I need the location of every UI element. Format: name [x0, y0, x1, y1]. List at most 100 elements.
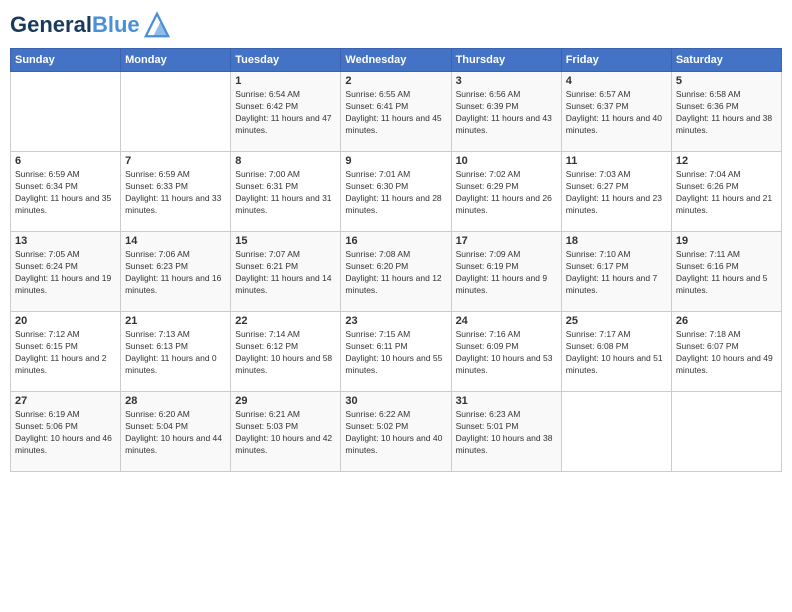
day-cell: 22 Sunrise: 7:14 AM Sunset: 6:12 PM Dayli… — [231, 312, 341, 392]
day-number: 20 — [15, 315, 116, 327]
main-container: GeneralBlue SundayMondayTuesdayWednesday… — [0, 0, 792, 477]
day-header-friday: Friday — [561, 49, 671, 72]
day-header-saturday: Saturday — [671, 49, 781, 72]
day-info: Sunrise: 7:15 AM Sunset: 6:11 PM Dayligh… — [345, 329, 446, 377]
day-header-monday: Monday — [121, 49, 231, 72]
day-number: 21 — [125, 315, 226, 327]
week-row-4: 20 Sunrise: 7:12 AM Sunset: 6:15 PM Dayli… — [11, 312, 782, 392]
day-number: 5 — [676, 75, 777, 87]
day-info: Sunrise: 6:59 AM Sunset: 6:34 PM Dayligh… — [15, 169, 116, 217]
day-info: Sunrise: 6:58 AM Sunset: 6:36 PM Dayligh… — [676, 89, 777, 137]
day-cell: 12Sunrise: 7:04 AM Sunset: 6:26 PM Dayli… — [671, 152, 781, 232]
header: GeneralBlue — [10, 10, 782, 40]
logo: GeneralBlue — [10, 10, 172, 40]
day-info: Sunrise: 6:55 AM Sunset: 6:41 PM Dayligh… — [345, 89, 446, 137]
day-cell: 9 Sunrise: 7:01 AM Sunset: 6:30 PM Daylig… — [341, 152, 451, 232]
week-row-5: 27 Sunrise: 6:19 AM Sunset: 5:06 PM Dayli… — [11, 392, 782, 472]
day-header-thursday: Thursday — [451, 49, 561, 72]
day-info: Sunrise: 7:02 AM Sunset: 6:29 PM Dayligh… — [456, 169, 557, 217]
day-number: 30 — [345, 395, 446, 407]
day-cell: 27 Sunrise: 6:19 AM Sunset: 5:06 PM Dayli… — [11, 392, 121, 472]
day-info: Sunrise: 7:18 AM Sunset: 6:07 PM Dayligh… — [676, 329, 777, 377]
day-number: 13 — [15, 235, 116, 247]
day-cell: 25 Sunrise: 7:17 AM Sunset: 6:08 PM Dayli… — [561, 312, 671, 392]
day-number: 19 — [676, 235, 777, 247]
day-cell: 14 Sunrise: 7:06 AM Sunset: 6:23 PM Dayli… — [121, 232, 231, 312]
day-cell: 3 Sunrise: 6:56 AM Sunset: 6:39 PM Daylig… — [451, 72, 561, 152]
day-number: 16 — [345, 235, 446, 247]
day-info: Sunrise: 6:54 AM Sunset: 6:42 PM Dayligh… — [235, 89, 336, 137]
day-cell: 2 Sunrise: 6:55 AM Sunset: 6:41 PM Daylig… — [341, 72, 451, 152]
day-cell: 17 Sunrise: 7:09 AM Sunset: 6:19 PM Dayli… — [451, 232, 561, 312]
day-header-wednesday: Wednesday — [341, 49, 451, 72]
logo-icon — [142, 10, 172, 40]
day-info: Sunrise: 7:12 AM Sunset: 6:15 PM Dayligh… — [15, 329, 116, 377]
day-info: Sunrise: 6:23 AM Sunset: 5:01 PM Dayligh… — [456, 409, 557, 457]
day-number: 8 — [235, 155, 336, 167]
day-cell: 8Sunrise: 7:00 AM Sunset: 6:31 PM Daylig… — [231, 152, 341, 232]
day-cell: 15 Sunrise: 7:07 AM Sunset: 6:21 PM Dayli… — [231, 232, 341, 312]
day-cell: 16 Sunrise: 7:08 AM Sunset: 6:20 PM Dayli… — [341, 232, 451, 312]
day-info: Sunrise: 7:04 AM Sunset: 6:26 PM Dayligh… — [676, 169, 777, 217]
day-header-sunday: Sunday — [11, 49, 121, 72]
day-number: 18 — [566, 235, 667, 247]
logo-text: GeneralBlue — [10, 13, 140, 37]
day-cell: 29Sunrise: 6:21 AM Sunset: 5:03 PM Dayli… — [231, 392, 341, 472]
day-number: 4 — [566, 75, 667, 87]
day-cell: 31 Sunrise: 6:23 AM Sunset: 5:01 PM Dayli… — [451, 392, 561, 472]
day-cell: 23 Sunrise: 7:15 AM Sunset: 6:11 PM Dayli… — [341, 312, 451, 392]
day-info: Sunrise: 6:57 AM Sunset: 6:37 PM Dayligh… — [566, 89, 667, 137]
day-info: Sunrise: 7:01 AM Sunset: 6:30 PM Dayligh… — [345, 169, 446, 217]
day-number: 2 — [345, 75, 446, 87]
day-info: Sunrise: 7:16 AM Sunset: 6:09 PM Dayligh… — [456, 329, 557, 377]
day-cell: 5 Sunrise: 6:58 AM Sunset: 6:36 PM Daylig… — [671, 72, 781, 152]
day-info: Sunrise: 6:20 AM Sunset: 5:04 PM Dayligh… — [125, 409, 226, 457]
day-number: 6 — [15, 155, 116, 167]
day-info: Sunrise: 7:09 AM Sunset: 6:19 PM Dayligh… — [456, 249, 557, 297]
day-info: Sunrise: 6:21 AM Sunset: 5:03 PM Dayligh… — [235, 409, 336, 457]
day-number: 15 — [235, 235, 336, 247]
day-cell: 7 Sunrise: 6:59 AM Sunset: 6:33 PM Daylig… — [121, 152, 231, 232]
day-info: Sunrise: 7:17 AM Sunset: 6:08 PM Dayligh… — [566, 329, 667, 377]
week-row-1: 1 Sunrise: 6:54 AM Sunset: 6:42 PM Daylig… — [11, 72, 782, 152]
day-info: Sunrise: 7:06 AM Sunset: 6:23 PM Dayligh… — [125, 249, 226, 297]
day-number: 10 — [456, 155, 557, 167]
day-cell: 21 Sunrise: 7:13 AM Sunset: 6:13 PM Dayli… — [121, 312, 231, 392]
header-row: SundayMondayTuesdayWednesdayThursdayFrid… — [11, 49, 782, 72]
week-row-3: 13 Sunrise: 7:05 AM Sunset: 6:24 PM Dayli… — [11, 232, 782, 312]
day-info: Sunrise: 6:19 AM Sunset: 5:06 PM Dayligh… — [15, 409, 116, 457]
day-info: Sunrise: 6:59 AM Sunset: 6:33 PM Dayligh… — [125, 169, 226, 217]
day-cell: 20 Sunrise: 7:12 AM Sunset: 6:15 PM Dayli… — [11, 312, 121, 392]
day-number: 24 — [456, 315, 557, 327]
day-info: Sunrise: 6:22 AM Sunset: 5:02 PM Dayligh… — [345, 409, 446, 457]
day-info: Sunrise: 7:07 AM Sunset: 6:21 PM Dayligh… — [235, 249, 336, 297]
day-number: 7 — [125, 155, 226, 167]
day-number: 11 — [566, 155, 667, 167]
day-cell: 11Sunrise: 7:03 AM Sunset: 6:27 PM Dayli… — [561, 152, 671, 232]
day-info: Sunrise: 7:10 AM Sunset: 6:17 PM Dayligh… — [566, 249, 667, 297]
calendar-table: SundayMondayTuesdayWednesdayThursdayFrid… — [10, 48, 782, 472]
day-number: 23 — [345, 315, 446, 327]
day-cell — [121, 72, 231, 152]
day-cell: 13 Sunrise: 7:05 AM Sunset: 6:24 PM Dayli… — [11, 232, 121, 312]
day-cell — [11, 72, 121, 152]
day-cell: 6 Sunrise: 6:59 AM Sunset: 6:34 PM Daylig… — [11, 152, 121, 232]
day-cell — [561, 392, 671, 472]
day-number: 14 — [125, 235, 226, 247]
day-number: 25 — [566, 315, 667, 327]
day-cell: 10 Sunrise: 7:02 AM Sunset: 6:29 PM Dayli… — [451, 152, 561, 232]
day-info: Sunrise: 7:05 AM Sunset: 6:24 PM Dayligh… — [15, 249, 116, 297]
day-number: 3 — [456, 75, 557, 87]
day-cell: 1 Sunrise: 6:54 AM Sunset: 6:42 PM Daylig… — [231, 72, 341, 152]
day-number: 31 — [456, 395, 557, 407]
day-info: Sunrise: 6:56 AM Sunset: 6:39 PM Dayligh… — [456, 89, 557, 137]
day-number: 1 — [235, 75, 336, 87]
day-number: 22 — [235, 315, 336, 327]
day-number: 27 — [15, 395, 116, 407]
day-info: Sunrise: 7:14 AM Sunset: 6:12 PM Dayligh… — [235, 329, 336, 377]
day-number: 17 — [456, 235, 557, 247]
day-info: Sunrise: 7:13 AM Sunset: 6:13 PM Dayligh… — [125, 329, 226, 377]
day-number: 9 — [345, 155, 446, 167]
day-number: 26 — [676, 315, 777, 327]
day-info: Sunrise: 7:08 AM Sunset: 6:20 PM Dayligh… — [345, 249, 446, 297]
